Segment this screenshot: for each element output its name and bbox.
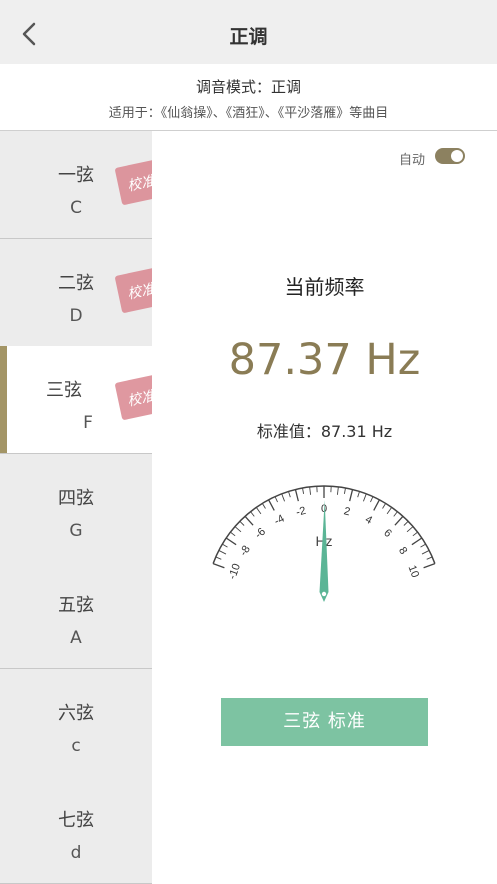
- gauge-tick: [269, 500, 275, 511]
- gauge-tick: [222, 544, 227, 547]
- applies-to-text: 适用于：《仙翁操》、《酒狂》、《平沙落雁》等曲目: [0, 102, 497, 121]
- gauge-tick: [412, 538, 422, 545]
- gauge-tick: [282, 494, 285, 501]
- string-item-2[interactable]: 二弦D校准: [0, 239, 152, 347]
- page-title: 正调: [0, 22, 497, 49]
- gauge-tick-label: 10: [406, 564, 421, 580]
- gauge-tick: [262, 503, 265, 508]
- mode-label: 调音模式：: [196, 78, 271, 96]
- string-note: A: [0, 628, 152, 648]
- gauge-tick: [240, 521, 244, 525]
- standard-label: 标准值：: [257, 422, 321, 441]
- gauge-tick-label: -8: [238, 543, 253, 558]
- mode-value: 正调: [271, 78, 301, 96]
- gauge-tick-label: -10: [226, 562, 243, 581]
- current-frequency-label: 当前频率: [152, 271, 497, 300]
- gauge-tick: [213, 564, 224, 568]
- gauge-tick-label: -2: [295, 505, 307, 519]
- toggle-knob: [451, 150, 463, 162]
- current-frequency-value: 87.37 Hz: [152, 335, 497, 385]
- gauge-tick-label: -6: [253, 526, 268, 541]
- string-item-4[interactable]: 四弦 G: [0, 454, 152, 562]
- gauge-tick: [394, 512, 398, 517]
- gauge-tick: [422, 550, 429, 554]
- string-note: G: [0, 521, 152, 541]
- string-item-6[interactable]: 六弦 c: [0, 669, 152, 777]
- gauge-tick: [235, 527, 241, 532]
- needle-pivot: [322, 592, 326, 596]
- auto-label: 自动: [399, 149, 425, 168]
- gauge-tick-label: 2: [343, 505, 352, 518]
- gauge-tick: [350, 490, 353, 502]
- standard-frequency: 标准值：87.31 Hz: [152, 418, 497, 442]
- string-name: 四弦: [0, 484, 152, 510]
- gauge-tick: [289, 491, 291, 497]
- string-note: c: [0, 736, 152, 756]
- gauge-tick: [251, 512, 255, 517]
- string-item-5[interactable]: 五弦 A: [0, 561, 152, 669]
- standard-value: 87.31 Hz: [321, 422, 392, 441]
- gauge-tick: [363, 494, 366, 501]
- tune-standard-button[interactable]: 三弦 标准: [221, 698, 428, 746]
- mode-info: 调音模式：正调 适用于：《仙翁操》、《酒狂》、《平沙落雁》等曲目: [0, 64, 497, 131]
- header-bar: 正调: [0, 0, 497, 64]
- gauge-tick: [310, 487, 311, 495]
- string-item-3[interactable]: 三弦F校准: [0, 346, 152, 454]
- gauge-tick: [395, 516, 403, 525]
- gauge-tick: [427, 557, 433, 559]
- gauge-tick: [245, 516, 253, 525]
- gauge-tick: [413, 532, 418, 536]
- gauge-tick: [226, 538, 236, 545]
- string-item-1[interactable]: 一弦C校准: [0, 131, 152, 239]
- string-note: d: [0, 843, 152, 863]
- auto-toggle[interactable]: [435, 148, 465, 164]
- gauge-tick: [219, 550, 226, 554]
- gauge-tick: [230, 532, 235, 536]
- gauge-tick: [404, 521, 408, 525]
- gauge-tick: [216, 557, 222, 559]
- string-name: 五弦: [0, 591, 152, 617]
- gauge-tick: [424, 564, 435, 568]
- gauge-tick-label: 4: [363, 513, 374, 526]
- gauge-tick: [383, 503, 386, 508]
- gauge-tick: [407, 527, 413, 532]
- gauge-tick: [344, 488, 345, 494]
- gauge-tick: [358, 491, 360, 497]
- gauge-tick: [295, 490, 298, 502]
- gauge-tick: [302, 488, 303, 494]
- gauge-tick: [387, 507, 392, 514]
- gauge-tick-label: 6: [381, 527, 394, 540]
- gauge-tick: [337, 487, 338, 495]
- gauge-tick: [374, 500, 380, 511]
- gauge-tick: [275, 497, 277, 502]
- string-name: 七弦: [0, 806, 152, 832]
- mode-line: 调音模式：正调: [0, 76, 497, 97]
- gauge-tick-label: 8: [396, 545, 409, 557]
- tuner-panel: 自动 当前频率 87.37 Hz 标准值：87.31 Hz -10 -8-6 -4-…: [152, 131, 497, 883]
- gauge-needle: [320, 500, 329, 602]
- string-item-7[interactable]: 七弦 d: [0, 776, 152, 884]
- gauge-tick: [256, 507, 261, 514]
- string-name: 六弦: [0, 699, 152, 725]
- gauge-tick-label: -4: [272, 513, 286, 528]
- gauge-tick: [370, 497, 372, 502]
- string-sidebar: 一弦C校准二弦D校准三弦F校准四弦 G 五弦 A 六弦 c 七弦 d: [0, 131, 152, 883]
- gauge-tick: [421, 544, 426, 547]
- tuning-gauge: -10-8-6-4-20246810Hz: [198, 476, 450, 616]
